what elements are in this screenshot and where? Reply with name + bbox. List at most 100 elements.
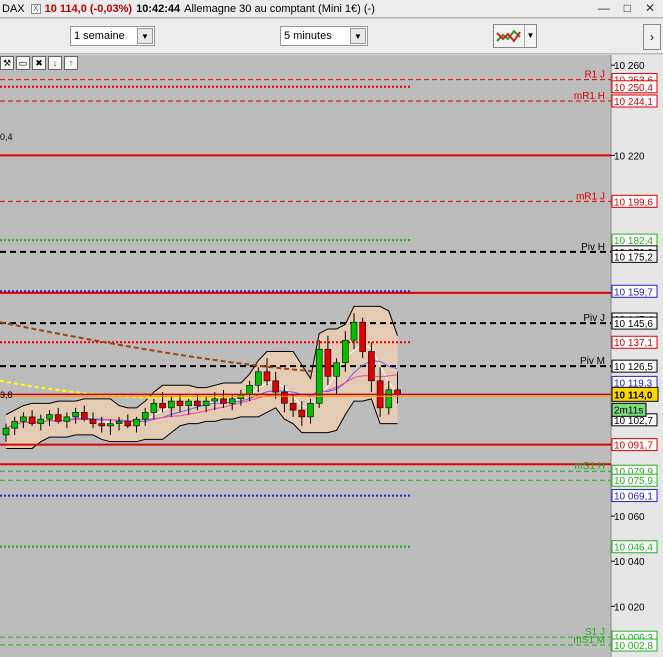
level-label: mS1 M: [573, 635, 605, 646]
scroll-right-button[interactable]: ›: [643, 24, 661, 50]
title-bar: DAX X 10 114,0 (-0,03%) 10:42:44 Allemag…: [0, 0, 663, 18]
candle-body: [246, 385, 253, 395]
axis-value-text: 10 175,2: [614, 252, 653, 263]
candle-body: [385, 389, 393, 409]
candle-body: [115, 421, 123, 424]
axis-value-text: 10 137,1: [614, 338, 653, 349]
minimize-icon[interactable]: —: [598, 1, 610, 15]
candle-body: [2, 427, 10, 436]
candle-body: [20, 416, 27, 422]
chevron-down-icon[interactable]: ▼: [137, 28, 153, 44]
level-label: mR1 J: [576, 191, 605, 202]
chart-tools: ⚒ ▭ ✖ ↓ ↑: [0, 55, 78, 71]
candle-body: [333, 362, 340, 377]
link-checkbox[interactable]: X: [30, 3, 41, 14]
chevron-down-icon[interactable]: ▼: [524, 25, 536, 47]
level-label: Piv M: [580, 356, 605, 367]
candle-body: [46, 414, 53, 420]
candle-body: [289, 403, 297, 411]
candle-body: [263, 371, 271, 382]
candle-body: [307, 403, 314, 418]
candle-body: [133, 418, 140, 427]
candle-body: [324, 348, 332, 377]
level-label: mS1 H: [574, 461, 605, 472]
wrench-icon[interactable]: ⚒: [0, 56, 14, 70]
candle-body: [185, 400, 192, 406]
candle-body: [63, 416, 71, 422]
axis-tick-label: 10 060: [614, 512, 645, 523]
candle-body: [28, 416, 36, 424]
candle-body: [220, 398, 227, 404]
axis-tick-label: 10 220: [614, 151, 645, 162]
candle-body: [272, 380, 280, 393]
candle-body: [228, 398, 236, 404]
axis-value-text: 10 091,7: [614, 441, 653, 452]
period-value: 1 semaine: [74, 30, 125, 42]
candle-body: [124, 421, 132, 427]
chevron-down-icon[interactable]: ▼: [350, 28, 366, 44]
candle-body: [37, 418, 45, 424]
candle-body: [150, 403, 158, 413]
candle-body: [98, 423, 105, 427]
period-select[interactable]: 1 semaine ▼: [70, 26, 155, 46]
axis-tick-label: 10 040: [614, 557, 645, 568]
candle-body: [168, 400, 175, 409]
move-up-icon[interactable]: ↑: [64, 56, 78, 70]
candle-body: [81, 412, 88, 420]
last-price: 10 114,0 (-0,03%): [44, 2, 133, 15]
chart-toolbar: 1 semaine ▼ 5 minutes ▼ ▼ ›: [0, 19, 663, 54]
last-time: 10:42:44: [136, 2, 181, 15]
axis-value-text: 10 126,5: [614, 362, 653, 373]
move-down-icon[interactable]: ↓: [48, 56, 62, 70]
axis-value-text: 10 250,4: [614, 83, 653, 94]
current-price-text: 10 114,0: [614, 390, 653, 401]
axis-value-text: 10 075,9: [614, 476, 653, 487]
candle-body: [11, 421, 18, 429]
axis-value-text: 10 199,6: [614, 197, 653, 208]
candle-body: [341, 339, 349, 364]
candle-body: [54, 414, 62, 422]
candle-body: [141, 412, 149, 420]
maximize-icon[interactable]: □: [624, 1, 631, 15]
candle-body: [107, 423, 114, 427]
indicator-chart-icon: [496, 29, 521, 43]
window-controls: — □ ✕: [598, 1, 659, 15]
candle-body: [255, 371, 262, 386]
candle-body: [315, 348, 323, 404]
candle-body: [159, 403, 166, 409]
left-edge-label-2: 3,8: [0, 390, 13, 400]
plot-background: [0, 55, 611, 657]
candle-body: [176, 400, 184, 406]
axis-tick-label: 10 260: [614, 61, 645, 72]
candle-timer-text: 2m11s: [614, 405, 643, 416]
remove-icon[interactable]: ✖: [32, 56, 46, 70]
interval-select[interactable]: 5 minutes ▼: [280, 26, 368, 46]
candle-body: [350, 321, 358, 341]
candle-body: [298, 409, 306, 418]
axis-value-text: 10 244,1: [614, 97, 653, 108]
candle-body: [211, 398, 219, 402]
level-label: mR1 H: [574, 91, 605, 102]
level-label: Piv H: [581, 242, 605, 253]
price-chart[interactable]: R1 JmR1 HmR1 JPiv HPiv JPiv MmS1 HS1 JmS…: [0, 55, 663, 657]
indicators-button[interactable]: ▼: [493, 24, 537, 48]
candle-body: [359, 321, 367, 352]
left-edge-label: 0,4: [0, 132, 13, 142]
candle-body: [194, 400, 201, 406]
level-label: Piv J: [583, 313, 605, 324]
candle-body: [202, 400, 210, 406]
candle-body: [72, 412, 79, 418]
axis-value-text: 10 145,6: [614, 319, 653, 330]
axis-tick-label: 10 020: [614, 602, 645, 613]
interval-value: 5 minutes: [284, 30, 332, 42]
candle-body: [89, 418, 97, 424]
axis-value-text: 10 002,8: [614, 641, 653, 652]
axis-value-text: 10 046,4: [614, 543, 653, 554]
candle-body: [368, 351, 375, 382]
instrument-name: Allemagne 30 au comptant (Mini 1€) (-): [184, 2, 375, 15]
axis-value-text: 10 069,1: [614, 492, 653, 503]
level-label: R1 J: [584, 70, 605, 81]
close-icon[interactable]: ✕: [645, 1, 655, 15]
symbol-label: DAX: [2, 2, 25, 15]
window-icon[interactable]: ▭: [16, 56, 30, 70]
